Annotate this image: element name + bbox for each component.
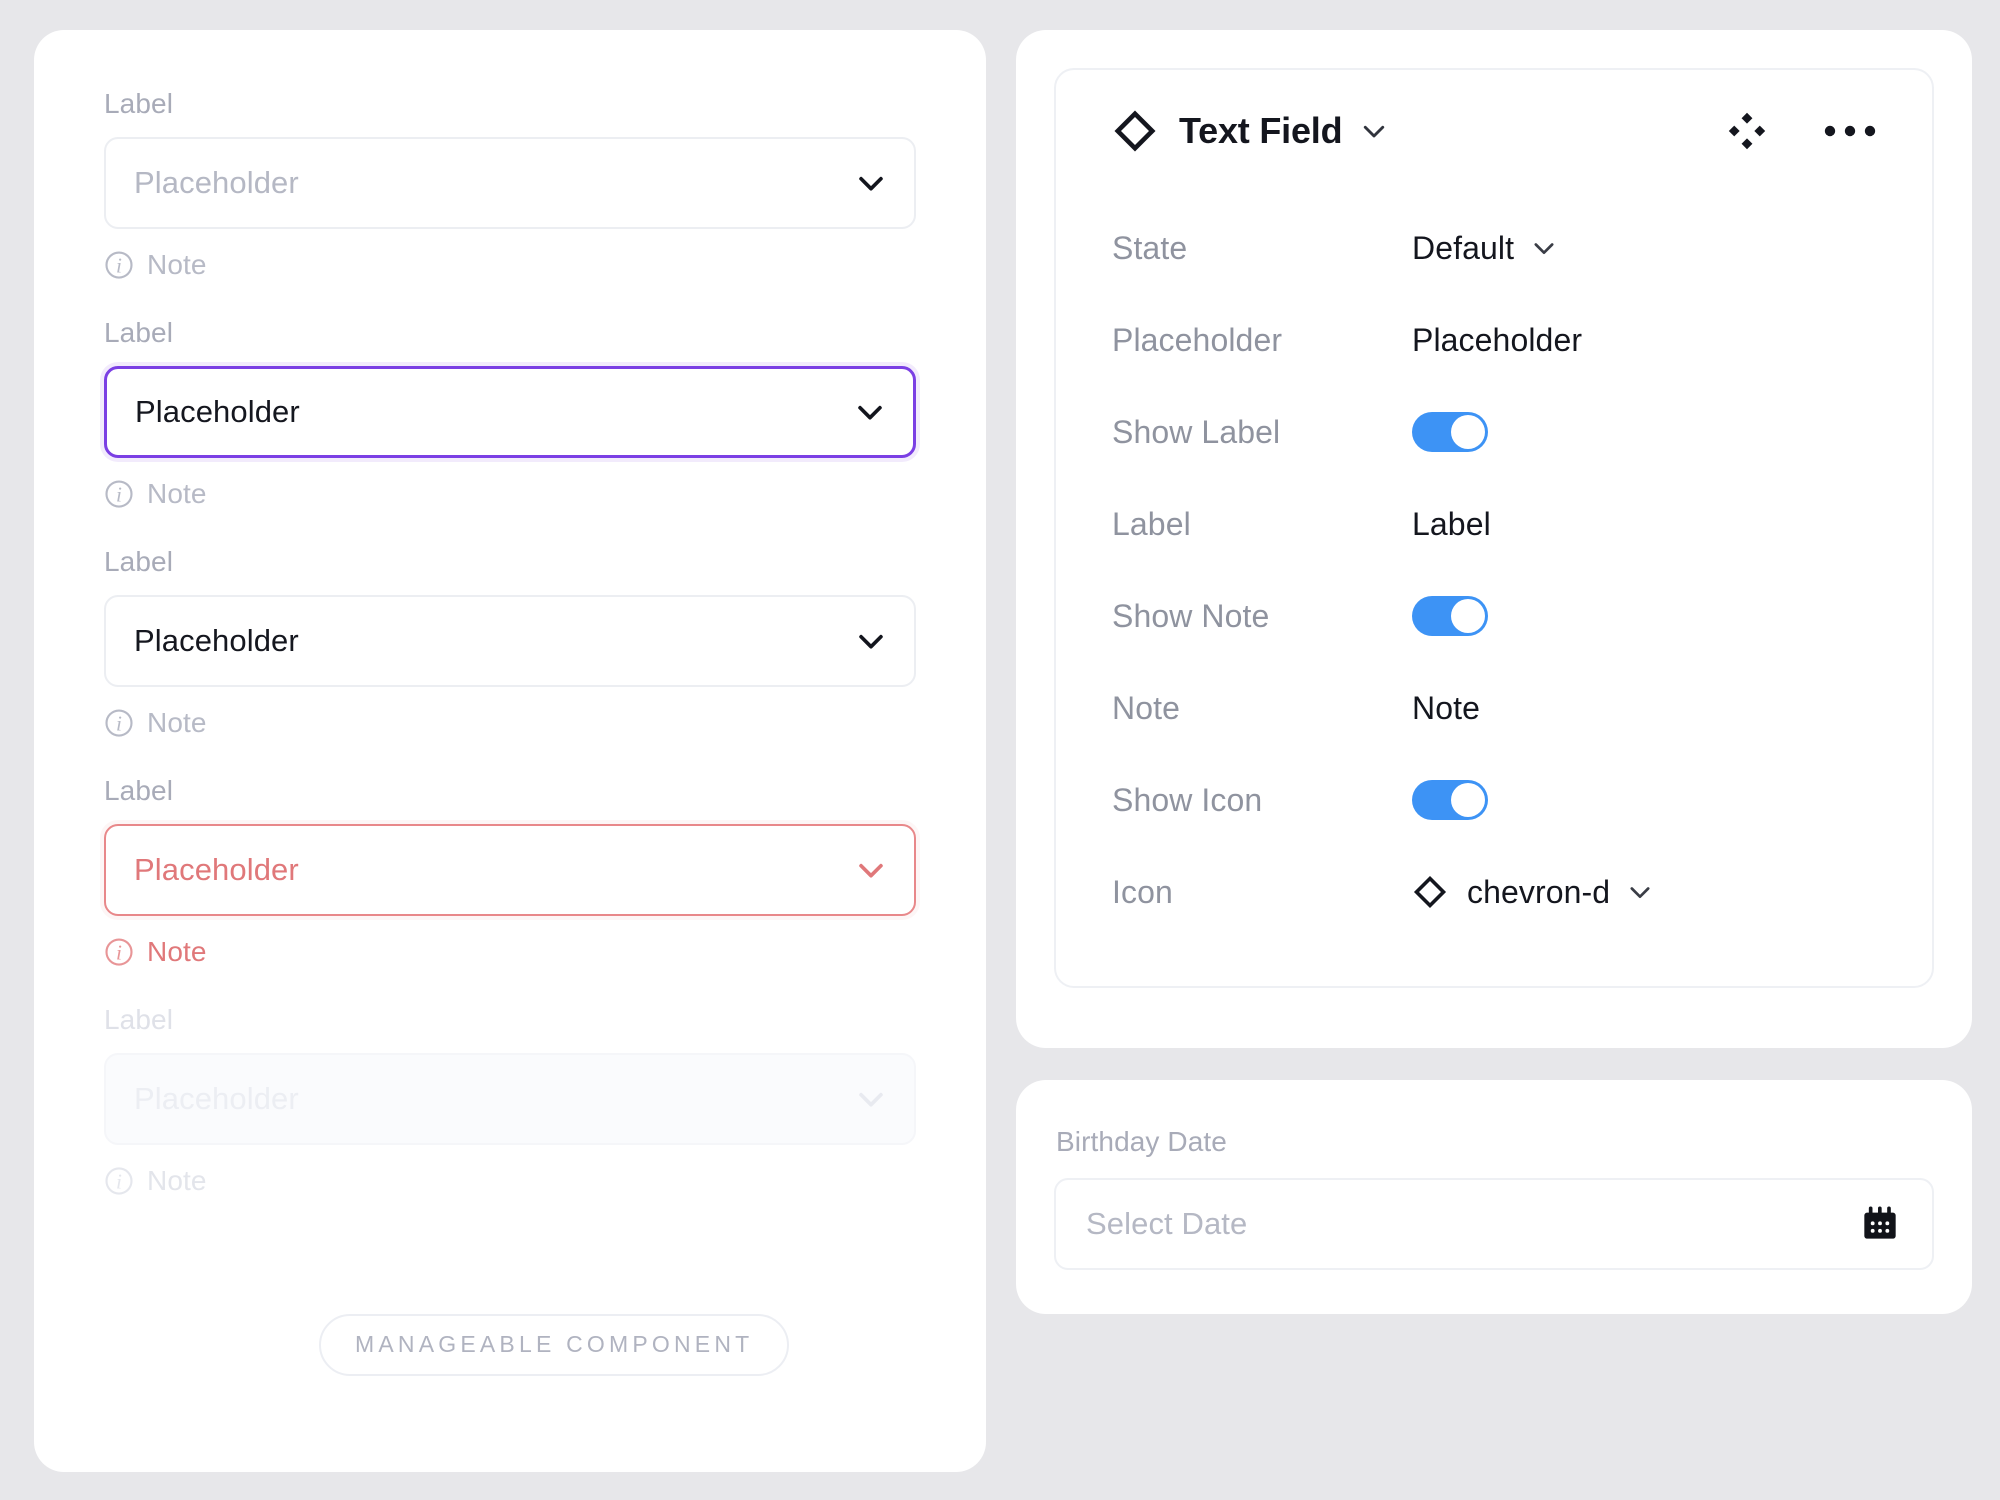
info-icon: i [104,1166,134,1196]
property-row-show-note: Show Note [1112,570,1876,662]
more-horizontal-icon[interactable] [1824,124,1876,138]
state-select[interactable]: Default [1412,230,1558,267]
property-label: Show Label [1112,414,1412,451]
date-placeholder: Select Date [1086,1206,1247,1242]
property-label: Icon [1112,874,1412,911]
show-icon-toggle-wrap [1412,780,1488,820]
inspector-inner: Text Field State [1054,68,1934,988]
field-label: Label [104,317,916,349]
property-value: Note [1412,690,1480,727]
chevron-down-icon[interactable] [854,624,888,658]
inspector-header: Text Field [1112,108,1876,154]
form-field-default: Label Placeholder i Note [104,88,916,282]
diamond-icon [1112,108,1158,154]
placeholder-value-field[interactable]: Placeholder [1412,322,1582,359]
select-input-focused[interactable]: Placeholder [104,366,916,458]
property-row-state: State Default [1112,202,1876,294]
show-label-toggle-wrap [1412,412,1488,452]
form-field-focused: Label Placeholder i Note [104,317,916,511]
field-note-text: Note [147,707,207,739]
property-value: Default [1412,230,1514,267]
select-input-disabled: Placeholder [104,1053,916,1145]
four-diamonds-icon[interactable] [1726,110,1768,152]
field-label: Label [104,775,916,807]
component-name: Text Field [1179,110,1342,152]
diamond-icon [1412,874,1448,910]
property-row-show-icon: Show Icon [1112,754,1876,846]
svg-text:i: i [116,712,122,736]
svg-text:i: i [116,941,122,965]
chevron-down-icon[interactable] [854,166,888,200]
field-label: Label [104,546,916,578]
inspector-card: Text Field State [1016,30,1972,1048]
info-icon: i [104,708,134,738]
chevron-down-icon[interactable] [1626,878,1654,906]
property-label: Note [1112,690,1412,727]
property-value: chevron-d [1467,874,1610,911]
icon-select[interactable]: chevron-d [1412,874,1654,911]
calendar-icon[interactable] [1860,1204,1900,1244]
chevron-down-icon[interactable] [1359,116,1389,146]
select-input-error[interactable]: Placeholder [104,824,916,916]
property-label: Show Icon [1112,782,1412,819]
field-note: i Note [104,1164,916,1198]
property-row-placeholder: Placeholder Placeholder [1112,294,1876,386]
chevron-down-icon[interactable] [853,395,887,429]
property-row-label: Label Label [1112,478,1876,570]
svg-text:i: i [116,483,122,507]
field-note: i Note [104,706,916,740]
manageable-component-badge: MANAGEABLE COMPONENT [319,1314,789,1376]
field-placeholder: Placeholder [135,394,300,430]
field-note-error: i Note [104,935,916,969]
property-row-note: Note Note [1112,662,1876,754]
property-row-show-label: Show Label [1112,386,1876,478]
form-field-filled: Label Placeholder i Note [104,546,916,740]
field-note-text: Note [147,478,207,510]
field-note-text: Note [147,1165,207,1197]
property-label: State [1112,230,1412,267]
property-value: Placeholder [1412,322,1582,359]
property-label: Label [1112,506,1412,543]
form-field-error: Label Placeholder i Note [104,775,916,969]
info-icon: i [104,250,134,280]
field-placeholder: Placeholder [134,852,299,888]
field-note: i Note [104,477,916,511]
info-icon: i [104,479,134,509]
svg-text:i: i [116,1170,122,1194]
svg-text:i: i [116,254,122,278]
chevron-down-icon[interactable] [1530,234,1558,262]
component-preview-card: Label Placeholder i Note Label Placehold… [34,30,986,1472]
date-input[interactable]: Select Date [1054,1178,1934,1270]
field-placeholder: Placeholder [134,1081,299,1117]
field-note-text: Note [147,249,207,281]
chevron-down-icon[interactable] [854,853,888,887]
field-placeholder: Placeholder [134,165,299,201]
select-input-default[interactable]: Placeholder [104,137,916,229]
field-note: i Note [104,248,916,282]
field-placeholder: Placeholder [134,623,299,659]
property-value: Label [1412,506,1491,543]
right-column: Text Field State [1016,30,1972,1472]
field-label: Label [104,88,916,120]
field-label: Label [104,1004,916,1036]
app-root: Label Placeholder i Note Label Placehold… [0,0,2000,1500]
property-label: Placeholder [1112,322,1412,359]
form-field-disabled: Label Placeholder i Note [104,1004,916,1198]
show-label-toggle[interactable] [1412,412,1488,452]
note-value-field[interactable]: Note [1412,690,1480,727]
field-note-text: Note [147,936,207,968]
show-icon-toggle[interactable] [1412,780,1488,820]
date-picker-card: Birthday Date Select Date [1016,1080,1972,1314]
show-note-toggle[interactable] [1412,596,1488,636]
show-note-toggle-wrap [1412,596,1488,636]
label-value-field[interactable]: Label [1412,506,1491,543]
property-label: Show Note [1112,598,1412,635]
property-row-icon: Icon chevron-d [1112,846,1876,938]
info-icon: i [104,937,134,967]
chevron-down-icon [854,1082,888,1116]
date-field-label: Birthday Date [1056,1126,1934,1158]
select-input-filled[interactable]: Placeholder [104,595,916,687]
